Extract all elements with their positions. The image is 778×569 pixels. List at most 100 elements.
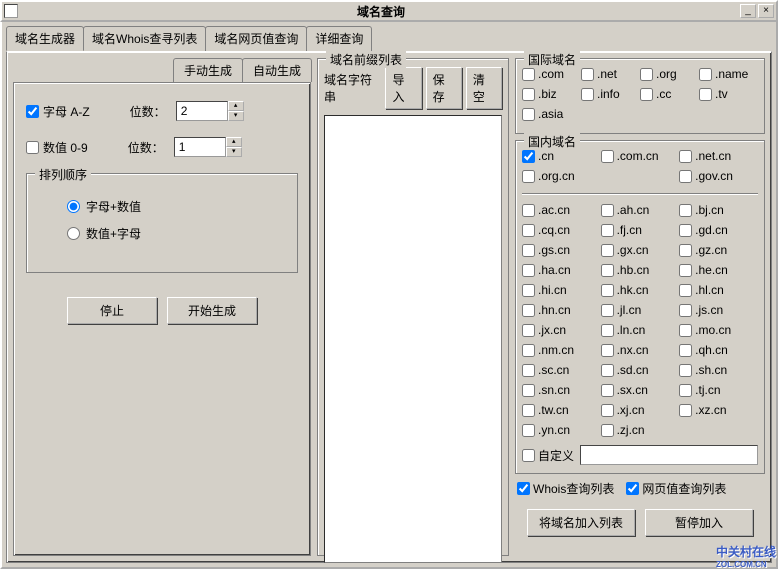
dom-cb-12[interactable] bbox=[522, 284, 535, 297]
dom-label-12: .hi.cn bbox=[538, 283, 567, 297]
numbers-checkbox[interactable] bbox=[26, 141, 39, 154]
dom-cb-3[interactable] bbox=[522, 224, 535, 237]
close-button[interactable]: × bbox=[758, 4, 774, 18]
bottom-cb-0[interactable] bbox=[517, 482, 530, 495]
prefix-listbox[interactable] bbox=[324, 115, 502, 563]
intl-label-7: .tv bbox=[715, 87, 728, 101]
dom-cb-4[interactable] bbox=[601, 224, 614, 237]
order-radio-1[interactable] bbox=[67, 227, 80, 240]
letters-down-icon[interactable]: ▾ bbox=[228, 111, 244, 121]
letters-digits-input[interactable] bbox=[176, 101, 228, 121]
dom-top-cb-5[interactable] bbox=[679, 170, 692, 183]
dom-cb-24[interactable] bbox=[522, 364, 535, 377]
dom-cb-32[interactable] bbox=[679, 404, 692, 417]
sub-tab-0[interactable]: 手动生成 bbox=[173, 58, 243, 82]
order-radio-0[interactable] bbox=[67, 200, 80, 213]
dom-cb-6[interactable] bbox=[522, 244, 535, 257]
intl-cb-4[interactable] bbox=[522, 88, 535, 101]
dom-label-31: .xj.cn bbox=[617, 403, 645, 417]
dom-cb-16[interactable] bbox=[601, 304, 614, 317]
dom-cb-22[interactable] bbox=[601, 344, 614, 357]
clear-button[interactable]: 清空 bbox=[466, 67, 502, 109]
intl-cb-0[interactable] bbox=[522, 68, 535, 81]
intl-cb-7[interactable] bbox=[699, 88, 712, 101]
dom-cb-26[interactable] bbox=[679, 364, 692, 377]
dom-cb-25[interactable] bbox=[601, 364, 614, 377]
dom-label-10: .hb.cn bbox=[617, 263, 650, 277]
dom-cb-19[interactable] bbox=[601, 324, 614, 337]
bottom-checks: Whois查询列表网页值查询列表 bbox=[515, 480, 765, 503]
dom-cb-2[interactable] bbox=[679, 204, 692, 217]
bottom-btn-0[interactable]: 将域名加入列表 bbox=[527, 509, 635, 536]
minimize-button[interactable]: _ bbox=[740, 4, 756, 18]
dom-top-cb-2[interactable] bbox=[679, 150, 692, 163]
dom-cb-31[interactable] bbox=[601, 404, 614, 417]
intl-cb-3[interactable] bbox=[699, 68, 712, 81]
save-button[interactable]: 保存 bbox=[426, 67, 462, 109]
dom-cb-20[interactable] bbox=[679, 324, 692, 337]
import-button[interactable]: 导入 bbox=[385, 67, 421, 109]
dom-top-cb-3[interactable] bbox=[522, 170, 535, 183]
sub-tabs: 手动生成自动生成 bbox=[13, 58, 311, 82]
dom-cb-13[interactable] bbox=[601, 284, 614, 297]
dom-cb-33[interactable] bbox=[522, 424, 535, 437]
dom-label-8: .gz.cn bbox=[695, 243, 727, 257]
dom-label-18: .jx.cn bbox=[538, 323, 566, 337]
prefix-fieldset: 域名前缀列表 域名字符串 导入 保存 清空 bbox=[317, 58, 509, 556]
dom-cb-18[interactable] bbox=[522, 324, 535, 337]
letters-label: 字母 A-Z bbox=[43, 103, 90, 120]
dom-cb-21[interactable] bbox=[522, 344, 535, 357]
main-tab-1[interactable]: 域名Whois查寻列表 bbox=[83, 26, 206, 51]
dom-cb-0[interactable] bbox=[522, 204, 535, 217]
dom-cb-29[interactable] bbox=[679, 384, 692, 397]
dom-cb-5[interactable] bbox=[679, 224, 692, 237]
dom-cb-34[interactable] bbox=[601, 424, 614, 437]
dom-cb-23[interactable] bbox=[679, 344, 692, 357]
bottom-buttons: 将域名加入列表暂停加入 bbox=[515, 509, 765, 536]
main-tab-3[interactable]: 详细查询 bbox=[306, 26, 372, 51]
dom-cb-14[interactable] bbox=[679, 284, 692, 297]
dom-cb-1[interactable] bbox=[601, 204, 614, 217]
intl-cb-5[interactable] bbox=[581, 88, 594, 101]
numbers-down-icon[interactable]: ▾ bbox=[226, 147, 242, 157]
dom-cb-7[interactable] bbox=[601, 244, 614, 257]
dom-label-6: .gs.cn bbox=[538, 243, 570, 257]
intl-cb-8[interactable] bbox=[522, 108, 535, 121]
main-tabs: 域名生成器域名Whois查寻列表域名网页值查询详细查询 bbox=[6, 26, 772, 51]
letters-digits-label: 位数： bbox=[130, 103, 166, 120]
dom-cb-15[interactable] bbox=[522, 304, 535, 317]
sub-tab-1[interactable]: 自动生成 bbox=[242, 58, 312, 82]
tab-content: 手动生成自动生成 字母 A-Z 位数： ▴ ▾ 数 bbox=[6, 51, 772, 563]
dom-top-cb-1[interactable] bbox=[601, 150, 614, 163]
dom-cb-10[interactable] bbox=[601, 264, 614, 277]
bottom-btn-1[interactable]: 暂停加入 bbox=[645, 509, 753, 536]
numbers-up-icon[interactable]: ▴ bbox=[226, 137, 242, 147]
dom-cb-9[interactable] bbox=[522, 264, 535, 277]
divider bbox=[522, 193, 758, 195]
custom-input[interactable] bbox=[580, 445, 758, 465]
intl-cb-1[interactable] bbox=[581, 68, 594, 81]
dom-label-26: .sh.cn bbox=[695, 363, 727, 377]
dom-cb-30[interactable] bbox=[522, 404, 535, 417]
intl-cb-6[interactable] bbox=[640, 88, 653, 101]
dom-cb-27[interactable] bbox=[522, 384, 535, 397]
letters-up-icon[interactable]: ▴ bbox=[228, 101, 244, 111]
dom-cb-17[interactable] bbox=[679, 304, 692, 317]
custom-checkbox[interactable] bbox=[522, 449, 535, 462]
dom-cb-8[interactable] bbox=[679, 244, 692, 257]
intl-cb-2[interactable] bbox=[640, 68, 653, 81]
main-tab-0[interactable]: 域名生成器 bbox=[6, 26, 84, 51]
dom-cb-11[interactable] bbox=[679, 264, 692, 277]
dom-top-cb-0[interactable] bbox=[522, 150, 535, 163]
dom-label-2: .bj.cn bbox=[695, 203, 724, 217]
intl-label-6: .cc bbox=[656, 87, 671, 101]
start-button[interactable]: 开始生成 bbox=[167, 297, 257, 324]
bottom-cb-1[interactable] bbox=[626, 482, 639, 495]
window-body: 域名生成器域名Whois查寻列表域名网页值查询详细查询 手动生成自动生成 字母 … bbox=[0, 22, 778, 569]
dom-cb-28[interactable] bbox=[601, 384, 614, 397]
stop-button[interactable]: 停止 bbox=[67, 297, 157, 324]
main-tab-2[interactable]: 域名网页值查询 bbox=[205, 26, 307, 51]
dom-label-11: .he.cn bbox=[695, 263, 728, 277]
letters-checkbox[interactable] bbox=[26, 105, 39, 118]
numbers-digits-input[interactable] bbox=[174, 137, 226, 157]
